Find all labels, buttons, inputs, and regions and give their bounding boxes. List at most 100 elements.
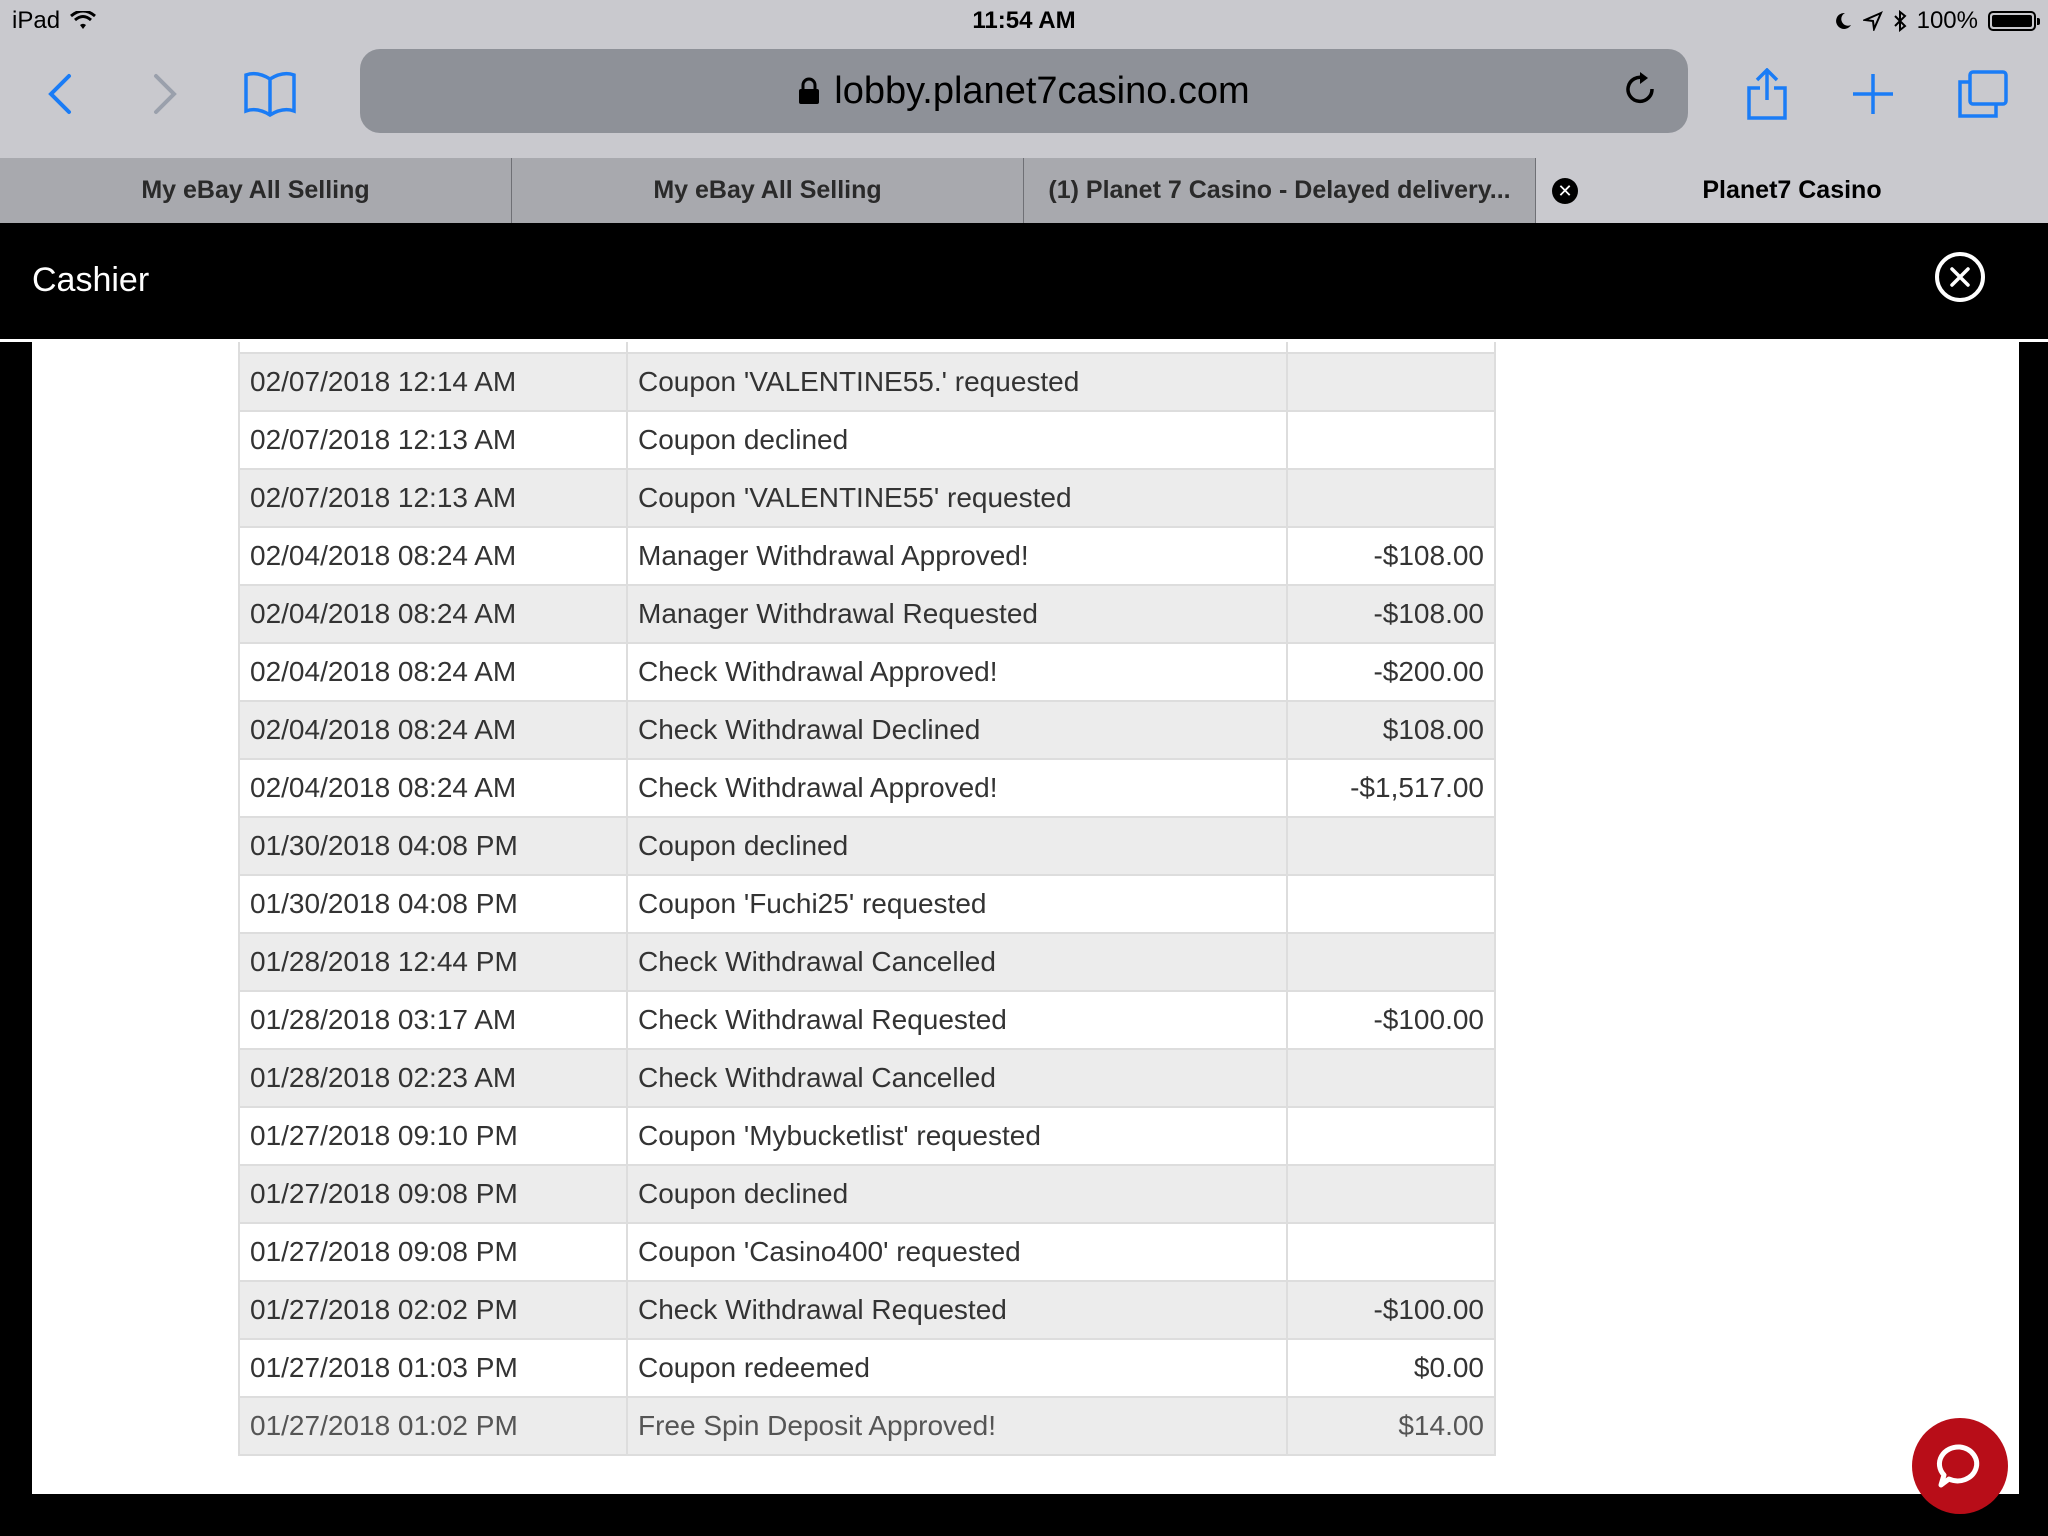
transaction-amount: -$100.00 <box>1286 1280 1496 1340</box>
status-right: 100% <box>1833 7 2040 35</box>
table-row: 02/07/2018 12:13 AM Coupon 'VALENTINE55' … <box>238 468 1496 528</box>
browser-toolbar: lobby.planet7casino.com <box>0 40 2048 158</box>
table-row: 02/04/2018 08:24 AM Check Withdrawal Appr… <box>238 642 1496 702</box>
tab-ebay-1[interactable]: My eBay All Selling <box>0 158 512 223</box>
bookmarks-button[interactable] <box>240 64 300 124</box>
transaction-amount <box>1286 468 1496 528</box>
transaction-amount <box>1286 932 1496 992</box>
transaction-date: 02/04/2018 08:24 AM <box>238 526 628 586</box>
transaction-description: Coupon redeemed <box>626 1338 1288 1398</box>
transaction-date: 01/28/2018 12:44 PM <box>238 932 628 992</box>
cashier-title: Cashier <box>32 261 150 299</box>
close-tab-icon[interactable]: ✕ <box>1552 178 1578 204</box>
chat-button[interactable] <box>1912 1418 2008 1514</box>
reload-button[interactable] <box>1620 69 1660 119</box>
transaction-amount <box>1286 1106 1496 1166</box>
transaction-date: 01/27/2018 02:02 PM <box>238 1280 628 1340</box>
transaction-date: 01/28/2018 03:17 AM <box>238 990 628 1050</box>
transaction-date: 01/27/2018 01:03 PM <box>238 1338 628 1398</box>
transaction-description: Check Withdrawal Requested <box>626 1280 1288 1340</box>
tab-planet7-casino[interactable]: ✕ Planet7 Casino <box>1536 158 2048 223</box>
table-row: 01/28/2018 03:17 AM Check Withdrawal Requ… <box>238 990 1496 1050</box>
transaction-date: 02/04/2018 08:24 AM <box>238 642 628 702</box>
transaction-amount <box>1286 352 1496 412</box>
status-bar: iPad 11:54 AM 100% <box>0 0 2048 40</box>
back-button[interactable] <box>30 64 90 124</box>
transaction-date: 01/27/2018 01:02 PM <box>238 1396 628 1456</box>
tabs-overview-button[interactable] <box>1952 64 2012 124</box>
transaction-description: Manager Withdrawal Approved! <box>626 526 1288 586</box>
transaction-amount: -$108.00 <box>1286 584 1496 644</box>
table-row: 01/30/2018 04:08 PM Coupon declined <box>238 816 1496 876</box>
transaction-date: 02/04/2018 08:24 AM <box>238 584 628 644</box>
transaction-date: 02/07/2018 12:13 AM <box>238 410 628 470</box>
transaction-amount: -$100.00 <box>1286 990 1496 1050</box>
table-row: 01/27/2018 09:10 PM Coupon 'Mybucketlist'… <box>238 1106 1496 1166</box>
tab-label: My eBay All Selling <box>141 176 370 204</box>
close-cashier-button[interactable] <box>1935 252 1985 302</box>
moon-icon <box>1835 12 1851 29</box>
transaction-description: Check Withdrawal Cancelled <box>626 1048 1288 1108</box>
transaction-description: Check Withdrawal Cancelled <box>626 932 1288 992</box>
chevron-right-icon <box>154 74 177 114</box>
table-row: 02/04/2018 08:24 AM Check Withdrawal Decl… <box>238 700 1496 760</box>
table-row: 02/07/2018 12:13 AM Coupon declined <box>238 410 1496 470</box>
book-icon <box>244 71 296 117</box>
transaction-date: 02/04/2018 08:24 AM <box>238 758 628 818</box>
lock-icon <box>799 77 820 104</box>
table-row: 01/27/2018 09:08 PM Coupon declined <box>238 1164 1496 1224</box>
transaction-description: Coupon 'Mybucketlist' requested <box>626 1106 1288 1166</box>
transaction-date: 01/30/2018 04:08 PM <box>238 816 628 876</box>
table-cell <box>238 342 628 354</box>
table-row <box>238 342 1496 354</box>
transaction-description: Manager Withdrawal Requested <box>626 584 1288 644</box>
tab-planet7-facebook[interactable]: (1) Planet 7 Casino - Delayed delivery..… <box>1024 158 1536 223</box>
table-row: 01/28/2018 12:44 PM Check Withdrawal Canc… <box>238 932 1496 992</box>
chat-bubble-icon <box>1936 1444 1980 1488</box>
transaction-description: Coupon 'Fuchi25' requested <box>626 874 1288 934</box>
transaction-description: Coupon 'VALENTINE55.' requested <box>626 352 1288 412</box>
transaction-date: 01/28/2018 02:23 AM <box>238 1048 628 1108</box>
forward-button[interactable] <box>135 64 195 124</box>
transaction-amount: $14.00 <box>1286 1396 1496 1456</box>
transaction-history-panel[interactable]: 02/07/2018 12:14 AM Coupon 'VALENTINE55.'… <box>32 342 2019 1494</box>
transaction-date: 01/27/2018 09:08 PM <box>238 1164 628 1224</box>
transaction-description: Coupon 'Casino400' requested <box>626 1222 1288 1282</box>
bluetooth-icon <box>1893 10 1907 32</box>
tabs-icon <box>1958 70 2008 118</box>
tab-ebay-2[interactable]: My eBay All Selling <box>512 158 1024 223</box>
transaction-amount: -$200.00 <box>1286 642 1496 702</box>
location-icon <box>1862 11 1883 31</box>
address-bar[interactable]: lobby.planet7casino.com <box>360 49 1688 133</box>
transaction-amount: -$108.00 <box>1286 526 1496 586</box>
transaction-description: Coupon declined <box>626 410 1288 470</box>
table-row: 01/27/2018 01:03 PM Coupon redeemed $0.00 <box>238 1338 1496 1398</box>
table-row: 01/30/2018 04:08 PM Coupon 'Fuchi25' requ… <box>238 874 1496 934</box>
table-row: 02/07/2018 12:14 AM Coupon 'VALENTINE55.'… <box>238 352 1496 412</box>
table-row: 01/27/2018 02:02 PM Check Withdrawal Requ… <box>238 1280 1496 1340</box>
transaction-amount <box>1286 1048 1496 1108</box>
reload-icon <box>1626 72 1654 104</box>
cashier-header: Cashier <box>0 223 2048 339</box>
share-button[interactable] <box>1737 64 1797 124</box>
transaction-description: Check Withdrawal Requested <box>626 990 1288 1050</box>
tab-label: My eBay All Selling <box>653 176 882 204</box>
transaction-amount <box>1286 874 1496 934</box>
table-row: 02/04/2018 08:24 AM Check Withdrawal Appr… <box>238 758 1496 818</box>
table-cell <box>626 342 1288 354</box>
transaction-description: Free Spin Deposit Approved! <box>626 1396 1288 1456</box>
transaction-amount: $0.00 <box>1286 1338 1496 1398</box>
tab-label: (1) Planet 7 Casino - Delayed delivery..… <box>1048 176 1511 204</box>
battery-percent: 100% <box>1916 7 1978 34</box>
close-icon <box>1950 267 1970 287</box>
tab-bar: My eBay All Selling My eBay All Selling … <box>0 158 2048 223</box>
url-text: lobby.planet7casino.com <box>834 69 1250 112</box>
transaction-amount <box>1286 410 1496 470</box>
transaction-description: Coupon 'VALENTINE55' requested <box>626 468 1288 528</box>
transaction-amount <box>1286 1222 1496 1282</box>
transaction-date: 01/30/2018 04:08 PM <box>238 874 628 934</box>
transaction-date: 02/07/2018 12:13 AM <box>238 468 628 528</box>
transaction-date: 01/27/2018 09:08 PM <box>238 1222 628 1282</box>
transaction-amount <box>1286 816 1496 876</box>
new-tab-button[interactable] <box>1843 64 1903 124</box>
